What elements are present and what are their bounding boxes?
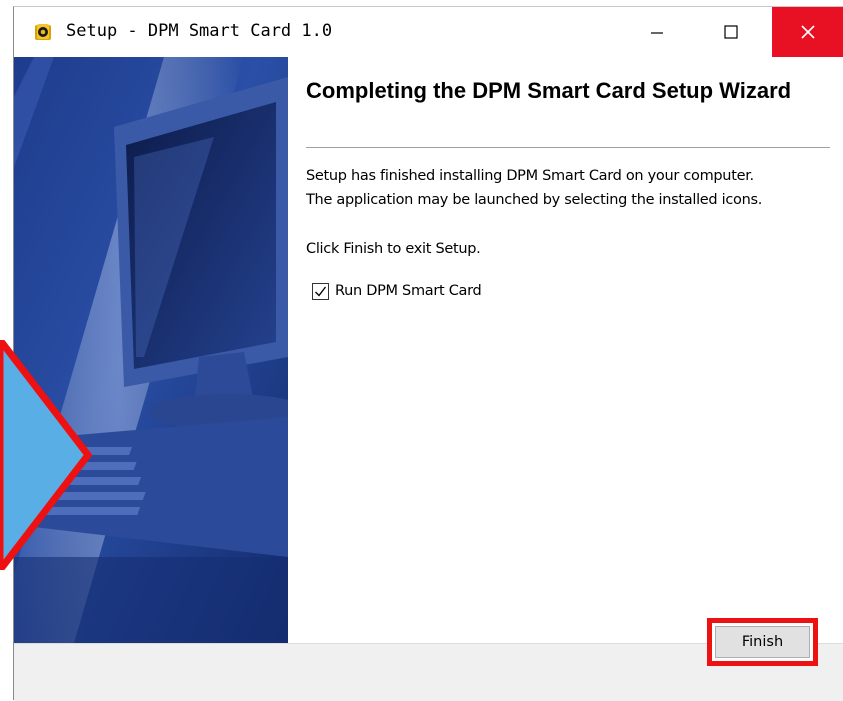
page-title: Completing the DPM Smart Card Setup Wiza…	[306, 78, 792, 103]
heading-divider	[306, 147, 830, 148]
finish-message-line-1: Setup has finished installing DPM Smart …	[306, 168, 754, 184]
run-app-checkbox-row[interactable]: Run DPM Smart Card	[312, 279, 482, 303]
finish-message-line-2: The application may be launched by selec…	[306, 192, 763, 208]
wizard-content: Completing the DPM Smart Card Setup Wiza…	[288, 57, 843, 643]
checkmark-icon	[315, 286, 327, 297]
close-button[interactable]	[772, 7, 843, 57]
pointer-arrow-annotation	[0, 340, 93, 570]
maximize-button[interactable]	[702, 7, 760, 57]
finish-message: Setup has finished installing DPM Smart …	[306, 164, 836, 212]
finish-button-highlight: Finish	[707, 618, 818, 666]
window-title: Setup - DPM Smart Card 1.0	[66, 21, 333, 41]
title-bar[interactable]: Setup - DPM Smart Card 1.0	[14, 7, 843, 57]
run-app-checkbox[interactable]	[312, 282, 329, 300]
finish-button[interactable]: Finish	[715, 626, 810, 658]
close-icon	[801, 25, 815, 39]
setup-window: Setup - DPM Smart Card 1.0 Completing th…	[13, 6, 843, 701]
minimize-icon	[651, 32, 663, 34]
run-app-checkbox-label[interactable]: Run DPM Smart Card	[335, 283, 482, 299]
exit-instruction: Click Finish to exit Setup.	[306, 241, 481, 257]
app-icon	[35, 24, 51, 40]
maximize-icon	[724, 25, 738, 39]
minimize-button[interactable]	[628, 7, 686, 57]
